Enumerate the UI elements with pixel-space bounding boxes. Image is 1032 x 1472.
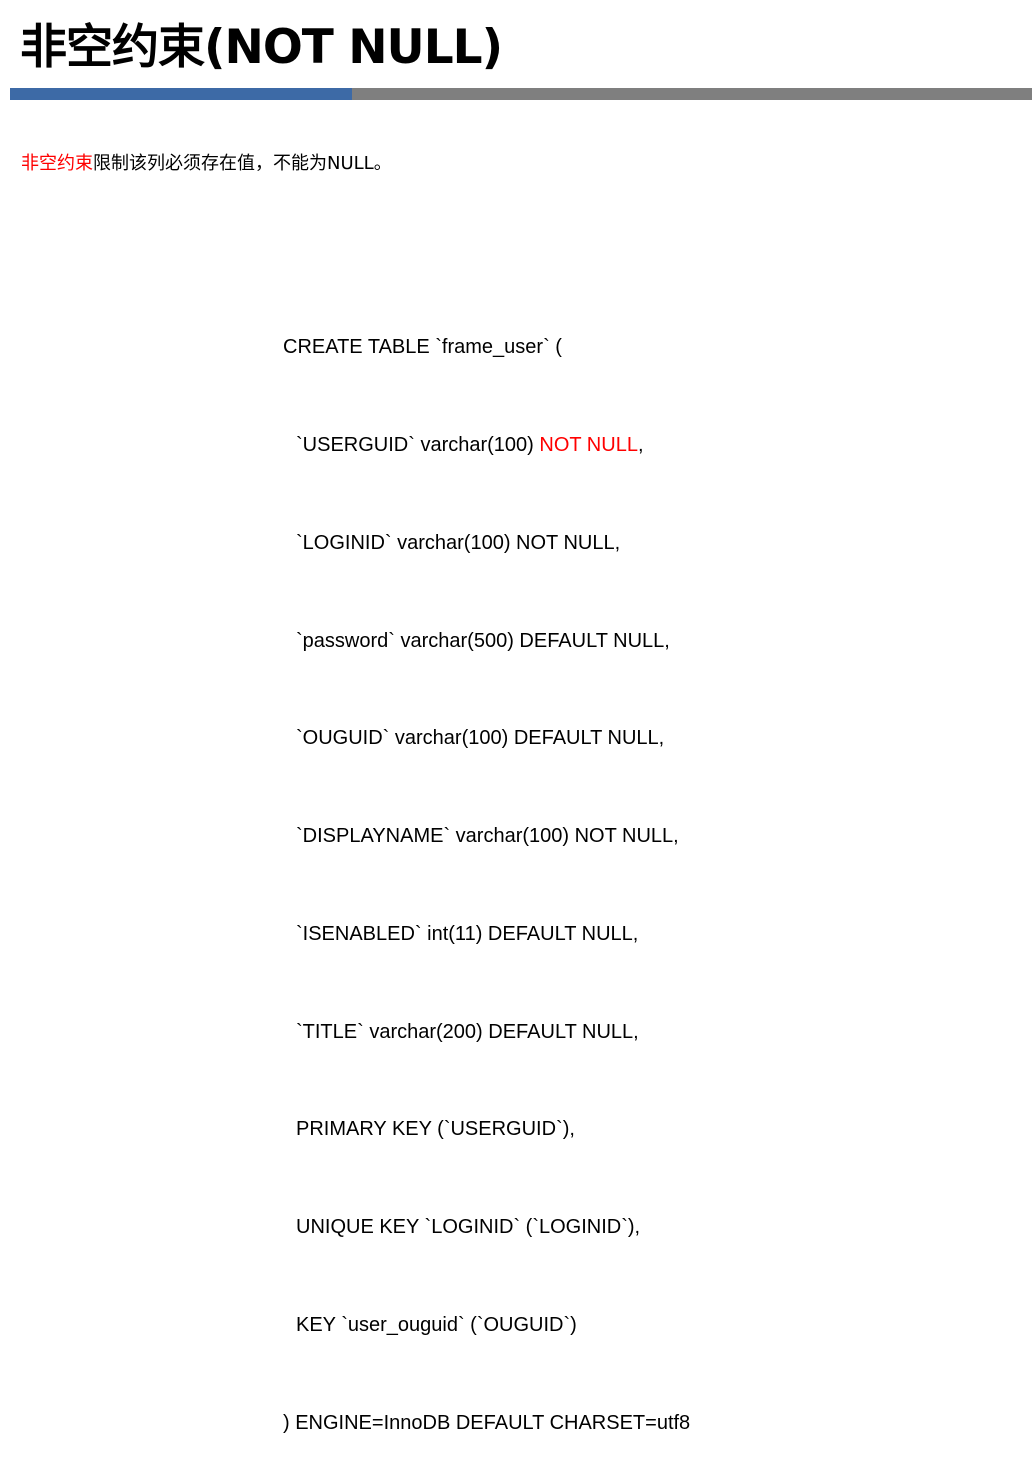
intro-text: 限制该列必须存在值，不能为NULL。 — [93, 153, 392, 174]
code-line-2-prefix: `USERGUID` varchar(100) — [296, 433, 540, 456]
slide-title: 非空约束(NOT NULL) — [20, 20, 503, 75]
code-line-2-highlight: NOT NULL — [539, 433, 638, 456]
title-underline-bar — [10, 88, 1032, 100]
intro-highlight: 非空约束 — [21, 153, 93, 174]
code-line-7: `ISENABLED` int(11) DEFAULT NULL, — [296, 922, 639, 945]
title-bar-rest — [352, 88, 1032, 100]
code-line-2: `USERGUID` varchar(100) NOT NULL, — [283, 429, 690, 462]
code-line-6: `DISPLAYNAME` varchar(100) NOT NULL, — [296, 825, 679, 848]
sql-code-block: CREATE TABLE `frame_user` ( `USERGUID` v… — [283, 266, 690, 1472]
code-line-8: `TITLE` varchar(200) DEFAULT NULL, — [296, 1020, 639, 1043]
code-line-5: `OUGUID` varchar(100) DEFAULT NULL, — [296, 727, 665, 750]
code-line-1: CREATE TABLE `frame_user` ( — [283, 336, 562, 359]
code-line-11: KEY `user_ouguid` (`OUGUID`) — [296, 1314, 577, 1336]
intro-sentence: 非空约束限制该列必须存在值，不能为NULL。 — [21, 150, 392, 178]
code-line-4: `password` varchar(500) DEFAULT NULL, — [296, 629, 670, 652]
code-line-3: `LOGINID` varchar(100) NOT NULL, — [296, 531, 621, 554]
title-bar-accent — [10, 88, 352, 100]
code-line-10: UNIQUE KEY `LOGINID` (`LOGINID`), — [296, 1216, 641, 1239]
code-line-9: PRIMARY KEY (`USERGUID`), — [296, 1118, 575, 1141]
code-line-12: ) ENGINE=InnoDB DEFAULT CHARSET=utf8 — [283, 1411, 691, 1434]
code-line-2-suffix: , — [637, 433, 644, 456]
